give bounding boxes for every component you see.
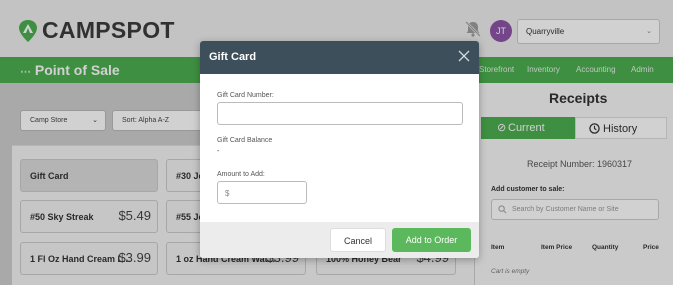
card-number-label: Gift Card Number: bbox=[217, 92, 274, 99]
amount-label: Amount to Add: bbox=[217, 171, 265, 178]
cancel-button[interactable]: Cancel bbox=[330, 228, 386, 252]
add-to-order-button[interactable]: Add to Order bbox=[392, 228, 471, 252]
gift-card-modal: Gift Card Gift Card Number: Gift Card Ba… bbox=[200, 41, 479, 258]
balance-label: Gift Card Balance bbox=[217, 137, 273, 144]
card-number-input[interactable] bbox=[217, 102, 463, 125]
close-icon[interactable] bbox=[457, 49, 471, 63]
amount-input[interactable]: $ bbox=[217, 181, 307, 204]
balance-value: - bbox=[217, 148, 220, 155]
modal-header: Gift Card bbox=[200, 41, 479, 74]
amount-placeholder: $ bbox=[225, 189, 230, 198]
modal-title: Gift Card bbox=[209, 51, 257, 63]
